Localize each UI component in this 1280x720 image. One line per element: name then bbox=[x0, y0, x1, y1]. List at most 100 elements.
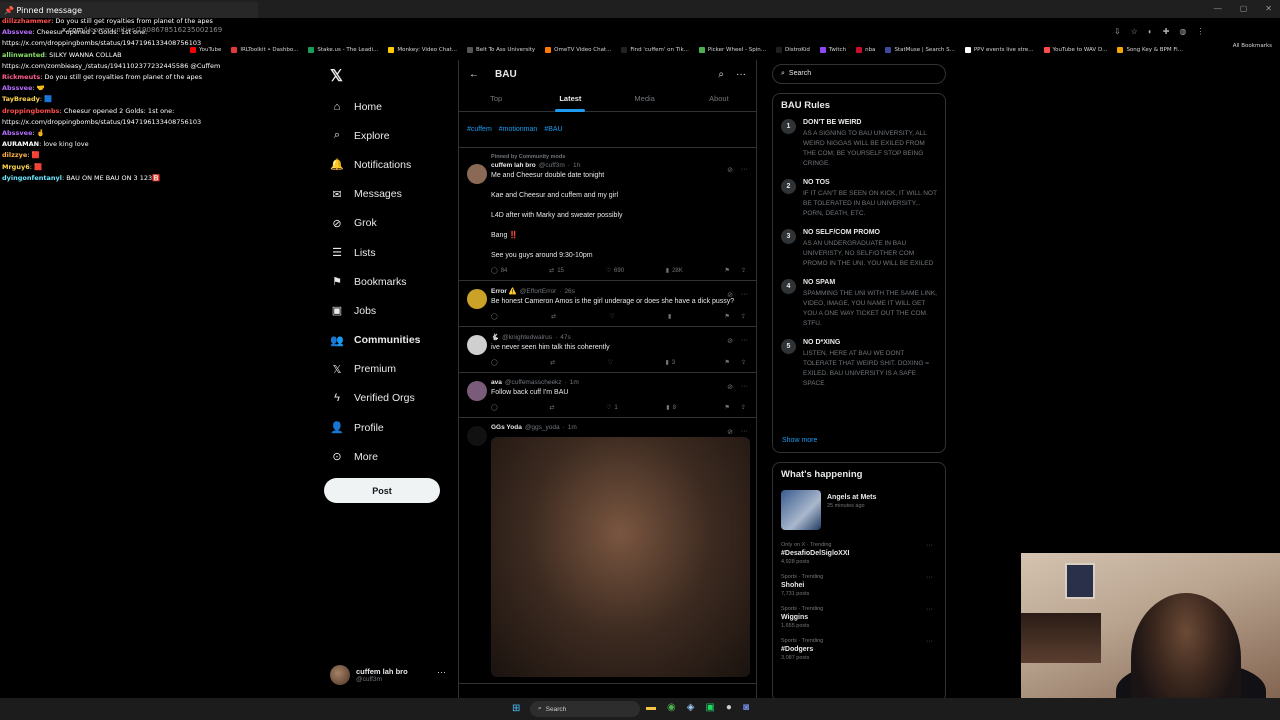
nav-item-home[interactable]: ⌂ Home bbox=[330, 92, 470, 121]
tab-media[interactable]: Media bbox=[608, 88, 682, 111]
trend-item[interactable]: Only on X · Trending #DesafioDelSigloXXI 4… bbox=[781, 542, 937, 565]
minimize-icon[interactable]: — bbox=[1214, 4, 1222, 13]
star-icon[interactable]: ☆ bbox=[1131, 27, 1138, 36]
bookmark-item[interactable]: YouTube to WAV D... bbox=[1043, 43, 1107, 57]
tweet-author-name[interactable]: cuffem lah bro bbox=[491, 162, 536, 169]
steam-icon[interactable]: ◈ bbox=[687, 702, 695, 713]
nav-item-more[interactable]: ⊙ More bbox=[330, 442, 470, 471]
tweet-time[interactable]: 1h bbox=[573, 162, 580, 169]
grok-icon[interactable]: ⊘ bbox=[727, 291, 733, 299]
tab-latest[interactable]: Latest bbox=[533, 88, 607, 112]
windows-start-icon[interactable]: ⊞ bbox=[512, 703, 520, 714]
like-button[interactable]: ♡ bbox=[609, 313, 617, 320]
more-dots-icon[interactable]: ··· bbox=[926, 638, 933, 645]
search-input[interactable]: ⌕ Search bbox=[772, 64, 946, 84]
tweet[interactable]: ava @cuffemasscheekz · 1m ⊘ ··· Follow back cu… bbox=[459, 373, 756, 418]
install-icon[interactable]: ⇩ bbox=[1114, 27, 1121, 36]
back-arrow-icon[interactable]: ← bbox=[469, 69, 479, 80]
tweet-author-handle[interactable]: @EffortError bbox=[520, 288, 556, 295]
nav-item-grok[interactable]: ⊘ Grok bbox=[330, 209, 470, 238]
share-icon[interactable]: ⇪ bbox=[741, 313, 746, 320]
bookmark-item[interactable]: Picker Wheel - Spin... bbox=[698, 43, 766, 57]
more-dots-icon[interactable]: ··· bbox=[736, 69, 746, 80]
avatar[interactable] bbox=[467, 335, 487, 355]
tweet[interactable]: 🐇 @knightedwalrus · 47s ⊘ ··· ive never seen h… bbox=[459, 327, 756, 373]
like-button[interactable]: ♡ bbox=[608, 359, 616, 366]
bookmark-item[interactable]: StatMuse | Search S... bbox=[885, 43, 955, 57]
profile-icon[interactable]: ◍ bbox=[1179, 27, 1186, 36]
tab-top[interactable]: Top bbox=[459, 88, 533, 111]
tweet-author-handle[interactable]: @ggs_yoda bbox=[525, 424, 560, 431]
repost-button[interactable]: ⇄ bbox=[550, 359, 558, 366]
nav-item-messages[interactable]: ✉ Messages bbox=[330, 180, 470, 209]
repost-button[interactable]: ⇄ bbox=[549, 404, 557, 411]
grok-icon[interactable]: ⊘ bbox=[727, 337, 733, 345]
tweet-time[interactable]: 26s bbox=[564, 288, 574, 295]
hashtag-link[interactable]: #motionman bbox=[499, 126, 538, 133]
views-button[interactable]: ▮ 28K bbox=[666, 267, 683, 275]
bookmark-item[interactable]: OmeTV Video Chat... bbox=[545, 43, 611, 57]
grok-icon[interactable]: ⊘ bbox=[727, 383, 733, 391]
more-dots-icon[interactable]: ··· bbox=[741, 337, 748, 345]
avatar[interactable] bbox=[467, 426, 487, 446]
tweet-author-name[interactable]: Error ⚠️ bbox=[491, 287, 517, 295]
nav-item-communities[interactable]: 👥 Communities bbox=[330, 326, 470, 355]
trend-item[interactable]: Sports · Trending Shohei 7,731 posts ··· bbox=[781, 574, 937, 597]
views-button[interactable]: ▮ 8 bbox=[666, 404, 676, 412]
avatar[interactable] bbox=[467, 381, 487, 401]
folder-icon[interactable]: ▬ bbox=[646, 702, 656, 713]
taskbar-search[interactable]: ⌕ Search bbox=[530, 701, 640, 717]
tweet-media-image[interactable] bbox=[491, 437, 750, 677]
post-button[interactable]: Post bbox=[324, 478, 440, 503]
repost-button[interactable]: ⇄ 15 bbox=[549, 267, 564, 275]
extension-icon[interactable]: ◐ bbox=[1148, 27, 1153, 36]
bookmark-icon[interactable]: ⚑ bbox=[725, 313, 730, 320]
bookmark-item[interactable]: Twitch bbox=[819, 43, 846, 57]
bookmark-item[interactable]: Monkey: Video Chat... bbox=[388, 43, 457, 57]
bookmark-item[interactable]: nba bbox=[856, 43, 875, 57]
nav-item-jobs[interactable]: ▣ Jobs bbox=[330, 296, 470, 325]
nav-item-lists[interactable]: ☰ Lists bbox=[330, 238, 470, 267]
search-icon[interactable]: ⌕ bbox=[718, 69, 724, 80]
reply-button[interactable]: ◯ bbox=[491, 313, 501, 320]
grok-icon[interactable]: ⊘ bbox=[727, 428, 733, 436]
show-more-link[interactable]: Show more bbox=[782, 437, 817, 444]
tweet-author-handle[interactable]: @knightedwalrus bbox=[502, 334, 552, 341]
maximize-icon[interactable]: ▢ bbox=[1240, 4, 1248, 13]
tweet-time[interactable]: 1m bbox=[568, 424, 577, 431]
app-icon[interactable]: ▣ bbox=[705, 702, 714, 713]
more-dots-icon[interactable]: ··· bbox=[926, 606, 933, 613]
bookmark-item[interactable]: Belt To Ass University bbox=[467, 43, 535, 57]
tweet-time[interactable]: 1m bbox=[570, 379, 579, 386]
share-icon[interactable]: ⇪ bbox=[741, 267, 746, 274]
nav-item-bookmarks[interactable]: ⚑ Bookmarks bbox=[330, 267, 470, 296]
tweet[interactable]: Pinned by Community mods cuffem lah bro @c… bbox=[459, 148, 756, 281]
tweet-author-name[interactable]: ava bbox=[491, 379, 502, 386]
tweet[interactable]: GGs Yoda @ggs_yoda · 1m ⊘ ··· bbox=[459, 418, 756, 684]
grok-icon[interactable]: ⊘ bbox=[727, 166, 733, 174]
bookmark-item[interactable]: PPV events live stre... bbox=[964, 43, 1034, 57]
repost-button[interactable]: ⇄ bbox=[551, 313, 559, 320]
more-dots-icon[interactable]: ··· bbox=[741, 383, 748, 391]
puzzle-icon[interactable]: ✚ bbox=[1163, 27, 1170, 36]
share-icon[interactable]: ⇪ bbox=[741, 404, 746, 411]
trend-item[interactable]: Sports · Trending #Dodgers 3,087 posts ··· bbox=[781, 638, 937, 661]
reply-button[interactable]: ◯ 84 bbox=[491, 267, 507, 275]
close-icon[interactable]: ✕ bbox=[1265, 4, 1272, 13]
reply-button[interactable]: ◯ bbox=[491, 404, 501, 411]
more-dots-icon[interactable]: ··· bbox=[437, 667, 446, 677]
like-button[interactable]: ♡ 1 bbox=[606, 404, 618, 412]
avatar[interactable] bbox=[467, 164, 487, 184]
tweet[interactable]: Error ⚠️ @EffortError · 26s ⊘ ··· Be honest Ca… bbox=[459, 281, 756, 327]
more-dots-icon[interactable]: ··· bbox=[741, 428, 748, 436]
nav-item-profile[interactable]: 👤 Profile bbox=[330, 413, 470, 442]
tweet-author-name[interactable]: GGs Yoda bbox=[491, 424, 522, 431]
discord-icon[interactable]: ◙ bbox=[743, 702, 749, 713]
obs-icon[interactable]: ● bbox=[726, 702, 732, 713]
nav-item-explore[interactable]: ⌕ Explore bbox=[330, 121, 470, 150]
nav-item-notifications[interactable]: 🔔 Notifications bbox=[330, 150, 470, 179]
more-dots-icon[interactable]: ··· bbox=[926, 574, 933, 581]
hashtag-link[interactable]: #BAU bbox=[544, 126, 562, 133]
x-logo-icon[interactable]: 𝕏 bbox=[330, 66, 343, 86]
views-button[interactable]: ▮ bbox=[668, 313, 674, 320]
